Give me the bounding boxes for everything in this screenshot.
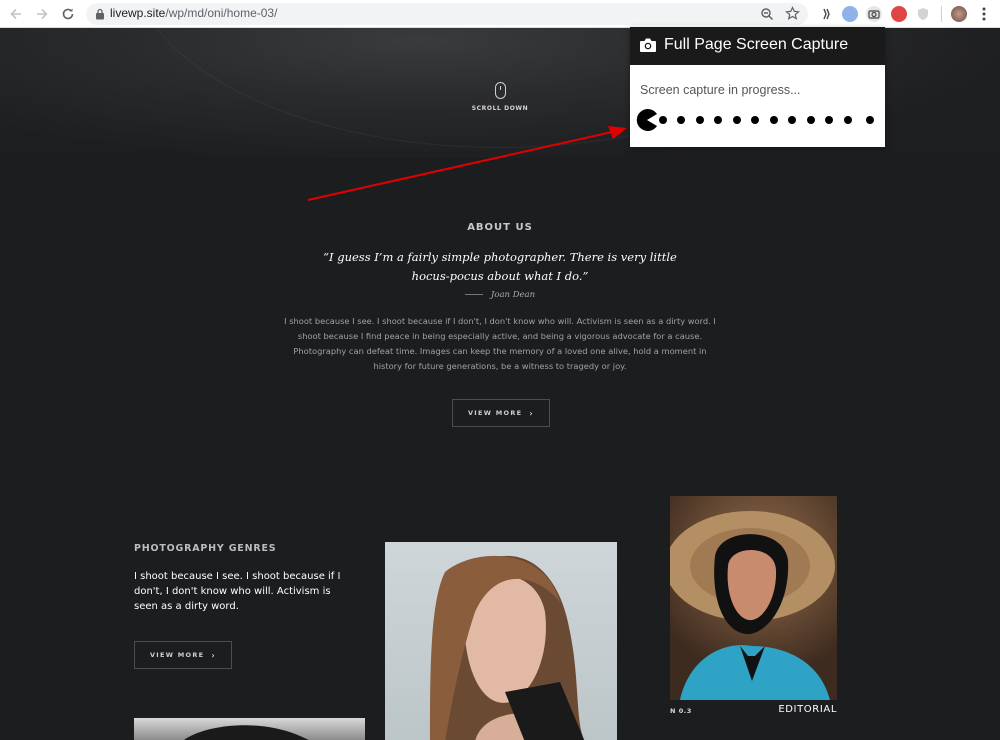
- progress-dot: [714, 116, 722, 124]
- camera-icon: [640, 38, 656, 52]
- progress-dot: [770, 116, 778, 124]
- screen-capture-popup: Full Page Screen Capture Screen capture …: [630, 27, 885, 147]
- popup-header: Full Page Screen Capture: [630, 27, 885, 65]
- popup-title: Full Page Screen Capture: [664, 36, 849, 53]
- progress-dot: [788, 116, 796, 124]
- progress-dot: [751, 116, 759, 124]
- progress-dot: [677, 116, 685, 124]
- capture-status: Screen capture in progress...: [640, 83, 801, 97]
- progress-dot: [866, 116, 874, 124]
- progress-dot: [733, 116, 741, 124]
- capture-progress: [630, 107, 885, 133]
- progress-dot: [844, 116, 852, 124]
- progress-dot: [659, 116, 667, 124]
- progress-dot: [825, 116, 833, 124]
- screen: livewp.site/wp/md/oni/home-03/ SCROLL DO…: [0, 0, 1000, 740]
- pacman-icon: [636, 109, 657, 131]
- progress-dot: [696, 116, 704, 124]
- progress-dot: [807, 116, 815, 124]
